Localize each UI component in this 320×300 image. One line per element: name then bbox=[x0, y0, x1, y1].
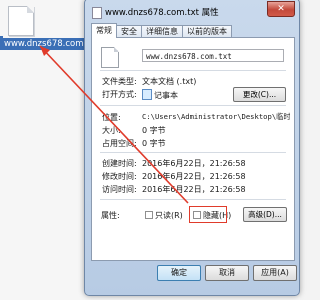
dialog-title: www.dnzs678.com.txt 属性 bbox=[105, 8, 219, 18]
readonly-label: 只读(R) bbox=[155, 211, 183, 220]
created-label: 创建时间: bbox=[102, 159, 137, 168]
location-label: 位置: bbox=[102, 113, 121, 122]
txt-file-icon bbox=[92, 7, 102, 19]
divider bbox=[100, 70, 286, 71]
notepad-icon bbox=[142, 89, 152, 100]
apply-button[interactable]: 应用(A) bbox=[253, 265, 297, 281]
file-type-value: 文本文档 (.txt) bbox=[142, 77, 197, 86]
file-type-label: 文件类型: bbox=[102, 77, 137, 86]
created-value: 2016年6月22日，21:26:58 bbox=[142, 159, 246, 168]
size-value: 0 字节 bbox=[142, 126, 166, 135]
checkbox-box[interactable] bbox=[145, 211, 153, 219]
hidden-highlight-box bbox=[189, 206, 227, 223]
close-button[interactable]: ✕ bbox=[267, 1, 295, 17]
attributes-label: 属性: bbox=[101, 211, 120, 220]
modified-value: 2016年6月22日，21:26:58 bbox=[142, 172, 246, 181]
disk-size-value: 0 字节 bbox=[142, 139, 166, 148]
divider bbox=[100, 152, 286, 153]
tab-bar: 常规 安全 详细信息 以前的版本 bbox=[91, 23, 232, 38]
change-button[interactable]: 更改(C)... bbox=[233, 87, 286, 102]
cancel-button[interactable]: 取消 bbox=[205, 265, 249, 281]
accessed-label: 访问时间: bbox=[102, 185, 137, 194]
readonly-checkbox[interactable]: 只读(R) bbox=[145, 210, 183, 221]
txt-file-icon[interactable] bbox=[8, 6, 34, 36]
general-panel: www.dnzs678.com.txt 文件类型: 文本文档 (.txt) 打开… bbox=[91, 37, 295, 261]
accessed-value: 2016年6月22日，21:26:58 bbox=[142, 185, 246, 194]
open-with-app: 记事本 bbox=[154, 91, 178, 100]
file-name-field[interactable]: www.dnzs678.com.txt bbox=[142, 49, 284, 62]
file-type-icon bbox=[101, 47, 119, 68]
ok-button[interactable]: 确定 bbox=[157, 265, 201, 281]
properties-dialog: www.dnzs678.com.txt 属性 ✕ 常规 安全 详细信息 以前的版本 w… bbox=[84, 0, 300, 296]
open-with-label: 打开方式: bbox=[102, 90, 137, 99]
size-label: 大小: bbox=[102, 126, 121, 135]
divider bbox=[100, 199, 286, 200]
divider bbox=[100, 105, 286, 106]
disk-size-label: 占用空间: bbox=[102, 139, 137, 148]
modified-label: 修改时间: bbox=[102, 172, 137, 181]
open-with-value: 记事本 bbox=[142, 89, 178, 101]
tab-general[interactable]: 常规 bbox=[91, 23, 117, 38]
location-value: C:\Users\Administrator\Desktop\临时文件\1 bbox=[142, 112, 290, 121]
advanced-button[interactable]: 高级(D)... bbox=[243, 207, 287, 222]
